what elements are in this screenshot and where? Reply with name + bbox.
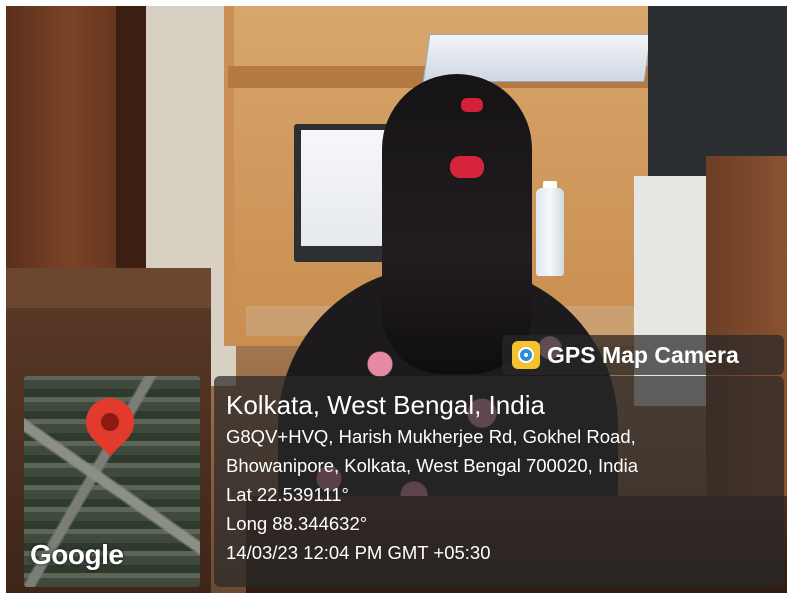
hair-clip xyxy=(461,98,483,112)
map-pin-center xyxy=(101,413,119,431)
google-logo: Google xyxy=(30,539,124,570)
address-line-1: G8QV+HVQ, Harish Mukherjee Rd, Gokhel Ro… xyxy=(226,426,636,447)
timestamp: 14/03/23 12:04 PM GMT +05:30 xyxy=(226,542,491,563)
map-thumbnail: Google xyxy=(24,376,200,587)
camera-icon xyxy=(512,341,540,369)
gps-map-camera-badge: GPS Map Camera xyxy=(502,335,784,375)
wardrobe-edge xyxy=(116,6,146,306)
address-line-2: Bhowanipore, Kolkata, West Bengal 700020… xyxy=(226,455,639,476)
person-hair xyxy=(382,74,532,374)
photo-frame: GPS Map Camera Google Kolkata, West Beng… xyxy=(0,0,793,599)
hair-band xyxy=(450,156,484,178)
brand-label: GPS Map Camera xyxy=(547,341,739,368)
latitude: Lat 22.539111° xyxy=(226,484,349,505)
location-title: Kolkata, West Bengal, India xyxy=(226,390,545,420)
blackboard xyxy=(648,6,787,176)
longitude: Long 88.344632° xyxy=(226,513,368,534)
desk-top xyxy=(6,268,211,308)
location-info-panel: Kolkata, West Bengal, India G8QV+HVQ, Ha… xyxy=(214,376,784,587)
water-bottle xyxy=(536,188,564,276)
